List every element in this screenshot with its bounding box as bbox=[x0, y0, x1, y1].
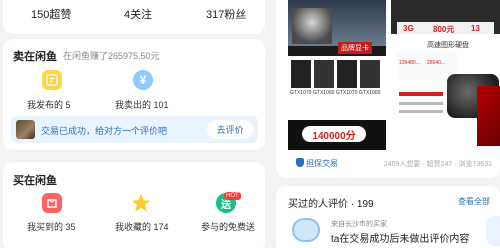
review-reminder[interactable]: 交易已成功，给对方一个评价吧 去评价 bbox=[11, 116, 258, 143]
brand-banner: 品牌显卡 bbox=[338, 42, 372, 54]
bought-icon[interactable] bbox=[42, 193, 62, 213]
gpu-model-4: GTX1060 bbox=[359, 90, 381, 96]
item-thumbnail bbox=[16, 120, 35, 139]
likes-stat[interactable]: 150超赞 bbox=[31, 6, 71, 22]
guarantee-text: 担保交易 bbox=[306, 159, 338, 168]
storage-promo-2: 26940... bbox=[427, 60, 446, 66]
storage-promo-1: 139480... bbox=[399, 60, 420, 66]
reviews-section: 买过的人评价 · 199 查看全部 来自长沙市的买家 ta在交易成功后未做出评价… bbox=[276, 186, 500, 248]
free-label[interactable]: 参与的免费送 bbox=[201, 220, 255, 233]
reviews-title: 买过的人评价 · 199 bbox=[288, 199, 374, 210]
hot-badge: HOT bbox=[224, 192, 241, 200]
published-label[interactable]: 我发布的 5 bbox=[27, 98, 71, 111]
following-stat[interactable]: 4关注 bbox=[124, 6, 152, 22]
earned-amount: 在闲鱼赚了265975.50元 bbox=[63, 51, 160, 61]
review-text: ta在交易成功后未做出评价内容 bbox=[331, 234, 470, 245]
favorites-label[interactable]: 我收藏的 174 bbox=[115, 220, 169, 233]
gpu-model-3: GTX1070 bbox=[336, 90, 358, 96]
profile-panel: 150超赞 4关注 317粉丝 卖在闲鱼 在闲鱼赚了265975.50元 我发布… bbox=[0, 0, 268, 248]
buy-section: 买在闲鱼 我买到的 35 我收藏的 174 送 参与的免费送 bbox=[3, 162, 265, 248]
price-value-1: 800元 bbox=[433, 25, 455, 34]
product-image-gpu[interactable]: 品牌显卡 GTX1070 GTX1060 GTX1070 GTX1060 140… bbox=[288, 0, 386, 150]
yuan-icon[interactable]: ¥ bbox=[133, 70, 153, 90]
item-detail-panel: 品牌显卡 GTX1070 GTX1060 GTX1070 GTX1060 140… bbox=[268, 0, 500, 248]
storage-title: 高速图形硬盘 bbox=[427, 42, 469, 49]
shield-icon bbox=[296, 158, 304, 167]
stats-card: 150超赞 4关注 317粉丝 bbox=[3, 0, 265, 34]
gpu-model-2: GTX1060 bbox=[313, 90, 335, 96]
fans-stat[interactable]: 317粉丝 bbox=[206, 6, 246, 22]
star-icon[interactable] bbox=[131, 193, 151, 213]
buy-title: 买在闲鱼 bbox=[13, 175, 57, 187]
sold-label[interactable]: 我卖出的 101 bbox=[115, 98, 169, 111]
view-all-link[interactable]: 查看全部 bbox=[458, 196, 490, 207]
sell-title: 卖在闲鱼 bbox=[13, 51, 57, 63]
published-icon[interactable] bbox=[42, 70, 62, 90]
reminder-text: 交易已成功，给对方一个评价吧 bbox=[41, 126, 168, 136]
side-avatar[interactable] bbox=[486, 216, 500, 246]
guarantee-label[interactable]: 担保交易 bbox=[296, 158, 338, 169]
bought-label[interactable]: 我买到的 35 bbox=[27, 220, 76, 233]
item-stats: 2409人想要 · 超赞247 · 浏览73631 bbox=[383, 161, 492, 168]
go-review-button[interactable]: 去评价 bbox=[207, 120, 253, 139]
product-image-storage[interactable]: 3G 800元 13 高速图形硬盘 139480... 26940... bbox=[391, 0, 500, 150]
reviewer-avatar[interactable] bbox=[292, 218, 320, 242]
sell-section: 卖在闲鱼 在闲鱼赚了265975.50元 我发布的 5 ¥ 我卖出的 101 交… bbox=[3, 39, 265, 150]
item-card: 品牌显卡 GTX1070 GTX1060 GTX1070 GTX1060 140… bbox=[276, 0, 500, 178]
price-3g: 3G bbox=[403, 24, 414, 33]
points-badge: 140000分 bbox=[302, 126, 366, 142]
gpu-model-1: GTX1070 bbox=[290, 90, 312, 96]
price-value-2: 13 bbox=[471, 24, 480, 33]
reviewer-location: 来自长沙市的买家 bbox=[331, 221, 387, 228]
